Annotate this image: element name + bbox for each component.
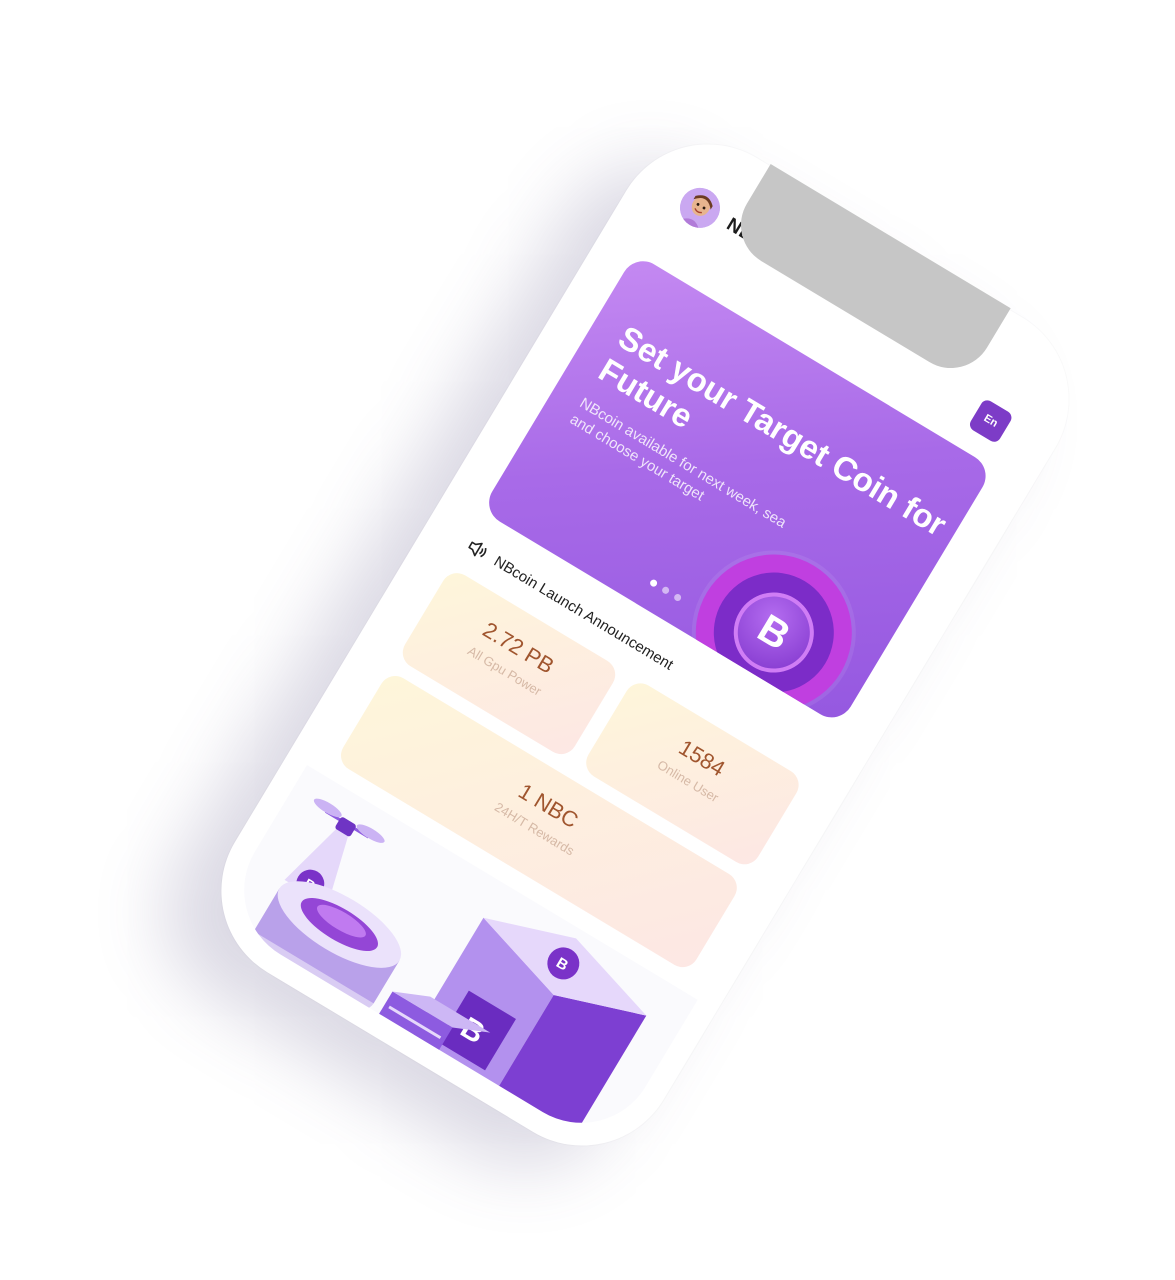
- language-label: En: [981, 412, 1000, 430]
- speaker-icon: [468, 541, 487, 558]
- carousel-dot[interactable]: [672, 592, 683, 603]
- phone-frame: NBCOIN Set your Target Coin for Future N…: [186, 109, 1104, 1181]
- stage: NBCOIN Set your Target Coin for Future N…: [0, 0, 1175, 1280]
- avatar[interactable]: [672, 180, 728, 236]
- avatar-icon: [679, 187, 720, 231]
- carousel-dot[interactable]: [660, 585, 671, 596]
- language-switch-button[interactable]: En: [967, 397, 1015, 445]
- carousel-dots: [648, 578, 683, 603]
- carousel-dot[interactable]: [648, 578, 659, 588]
- coin-graphic: B: [666, 525, 881, 726]
